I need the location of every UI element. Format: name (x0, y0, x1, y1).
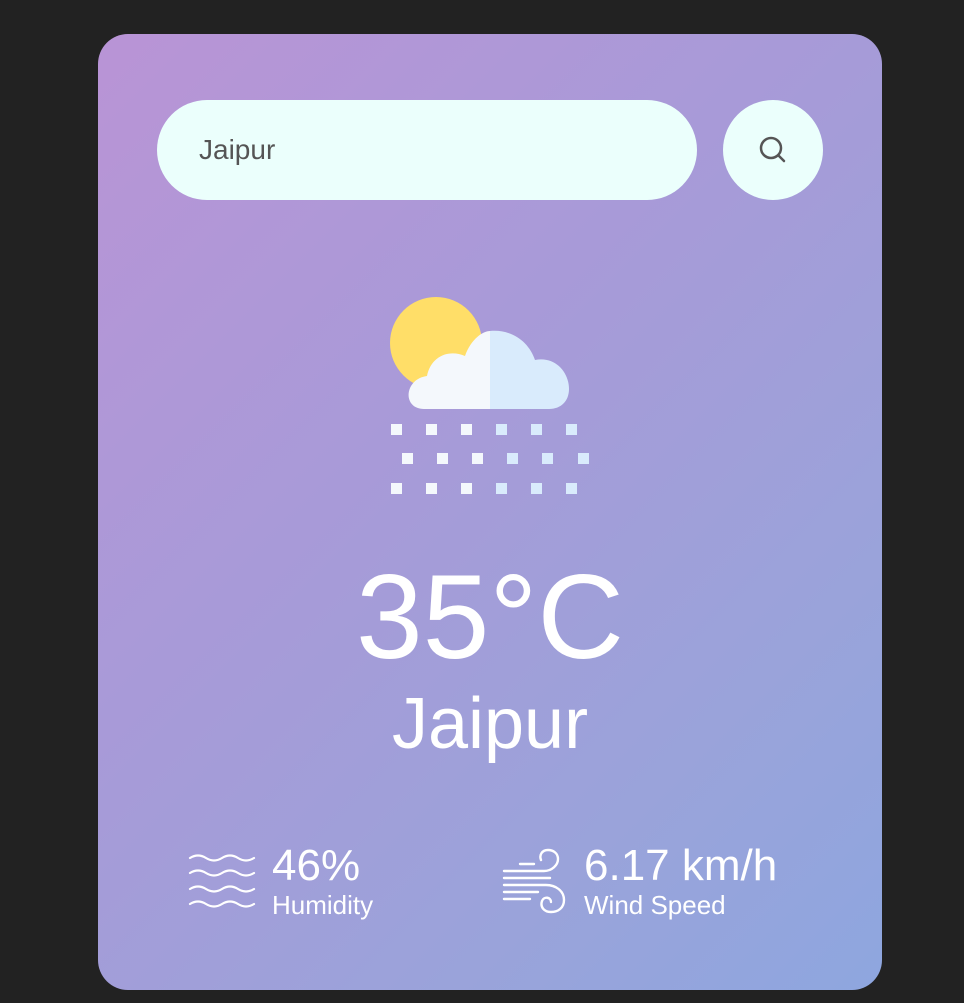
search-icon (759, 136, 786, 163)
search-button[interactable] (723, 100, 823, 200)
temperature: 35°C (355, 550, 625, 684)
wind-icon (502, 848, 566, 914)
wind-speed-label: Wind Speed (584, 890, 726, 920)
search-input[interactable] (199, 134, 659, 166)
humidity-label: Humidity (272, 890, 374, 920)
snow-cloud-sun-icon (390, 297, 589, 494)
city-name: Jaipur (391, 684, 589, 764)
wind-speed-value: 6.17 km/h (584, 841, 778, 890)
humidity-value: 46% (272, 841, 361, 890)
humidity-detail: 46% Humidity (188, 842, 373, 920)
humidity-waves-icon (188, 854, 256, 908)
weather-card: 35°C Jaipur 46% Humidity (98, 34, 882, 990)
search-box[interactable] (157, 100, 697, 200)
wind-detail: 6.17 km/h Wind Speed (500, 842, 777, 920)
